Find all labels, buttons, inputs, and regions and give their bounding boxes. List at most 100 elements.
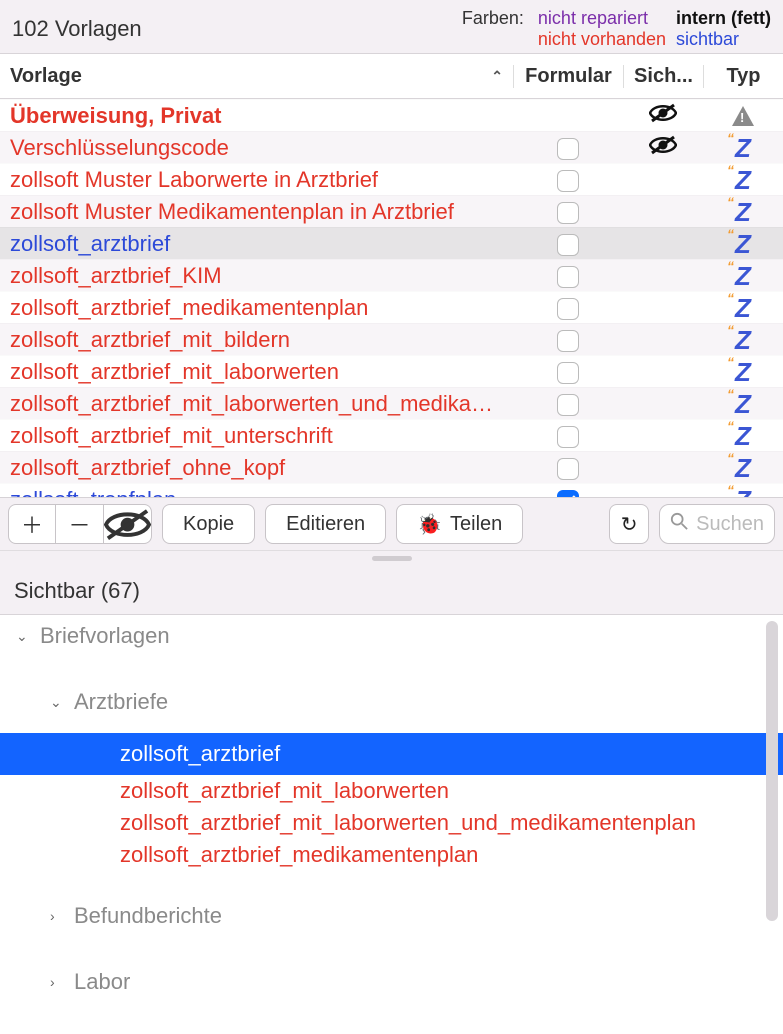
tree-group-arztbriefe[interactable]: ⌄ Arztbriefe <box>0 681 783 723</box>
row-typ-cell: Z <box>703 135 783 161</box>
chevron-right-icon: › <box>50 908 74 924</box>
row-form-cell <box>513 135 623 161</box>
tree-group-befundberichte[interactable]: › Befundberichte <box>0 895 783 937</box>
col-header-vorlage[interactable]: Vorlage ⌃ <box>0 65 513 88</box>
zollsoft-z-icon: Z <box>735 135 751 161</box>
toggle-visibility-button[interactable] <box>104 504 152 544</box>
zollsoft-z-icon: Z <box>735 391 751 417</box>
row-name: zollsoft_arztbrief_ohne_kopf <box>0 455 513 481</box>
checkbox[interactable] <box>557 394 579 416</box>
row-form-cell <box>513 231 623 257</box>
editieren-button[interactable]: Editieren <box>265 504 386 544</box>
row-name: zollsoft Muster Laborwerte in Arztbrief <box>0 167 513 193</box>
row-typ-cell: Z <box>703 423 783 449</box>
row-form-cell <box>513 199 623 225</box>
table-row[interactable]: Überweisung, Privat <box>0 99 783 131</box>
checkbox[interactable] <box>557 330 579 352</box>
zollsoft-z-icon: Z <box>735 487 751 498</box>
row-name: zollsoft_arztbrief_mit_laborwerten <box>0 359 513 385</box>
row-name: zollsoft Muster Medikamentenplan in Arzt… <box>0 199 513 225</box>
zollsoft-z-icon: Z <box>735 423 751 449</box>
row-form-cell <box>513 359 623 385</box>
legend-intern: intern (fett) <box>676 8 771 29</box>
row-typ-cell: Z <box>703 487 783 498</box>
tree-leaf-label: zollsoft_arztbrief_medikamentenplan <box>120 842 478 868</box>
row-name: zollsoft_arztbrief_mit_unterschrift <box>0 423 513 449</box>
checkbox-checked[interactable] <box>557 490 579 497</box>
tree-leaf[interactable]: zollsoft_arztbrief_mit_laborwerten_und_m… <box>0 807 783 839</box>
tree-leaf[interactable]: zollsoft_arztbrief_medikamentenplan <box>0 839 783 871</box>
table-row[interactable]: zollsoft_arztbrief_mit_bildern Z <box>0 323 783 355</box>
table-row[interactable]: zollsoft_arztbrief_mit_unterschrift Z <box>0 419 783 451</box>
teilen-button[interactable]: 🐞 Teilen <box>396 504 523 544</box>
row-name: zollsoft_arztbrief_mit_bildern <box>0 327 513 353</box>
row-typ-cell: Z <box>703 167 783 193</box>
row-form-cell <box>513 263 623 289</box>
toolbar: ＋ － Kopie Editieren 🐞 Teilen ↻ Suchen <box>0 497 783 550</box>
remove-button[interactable]: － <box>56 504 104 544</box>
row-typ-cell: Z <box>703 359 783 385</box>
sort-asc-icon: ⌃ <box>491 68 503 85</box>
row-name: Überweisung, Privat <box>0 103 513 129</box>
table-row[interactable]: zollsoft_arztbrief Z <box>0 227 783 259</box>
row-typ-cell <box>703 106 783 126</box>
zollsoft-z-icon: Z <box>735 295 751 321</box>
legend-visible: sichtbar <box>676 29 771 50</box>
tree-label: Briefvorlagen <box>40 623 170 649</box>
template-table: Überweisung, PrivatVerschlüsselungscodeZ… <box>0 99 783 497</box>
checkbox[interactable] <box>557 138 579 160</box>
zollsoft-z-icon: Z <box>735 455 751 481</box>
table-row[interactable]: zollsoft_tropfplanZ <box>0 483 783 497</box>
zollsoft-z-icon: Z <box>735 167 751 193</box>
refresh-button[interactable]: ↻ <box>609 504 649 544</box>
search-input[interactable]: Suchen <box>659 504 775 544</box>
row-form-cell <box>513 487 623 498</box>
tree-leaf-selected[interactable]: zollsoft_arztbrief <box>0 733 783 775</box>
col-header-sichtbar[interactable]: Sich... <box>623 65 703 88</box>
row-name: zollsoft_arztbrief <box>0 231 513 257</box>
checkbox[interactable] <box>557 362 579 384</box>
checkbox[interactable] <box>557 202 579 224</box>
tree-leaf[interactable]: zollsoft_arztbrief_mit_laborwerten <box>0 775 783 807</box>
checkbox[interactable] <box>557 266 579 288</box>
table-row[interactable]: zollsoft_arztbrief_mit_laborwerten Z <box>0 355 783 387</box>
teilen-label: Teilen <box>450 513 502 536</box>
table-row[interactable]: zollsoft_arztbrief_KIMZ <box>0 259 783 291</box>
row-name: zollsoft_arztbrief_medikamentenplan <box>0 295 513 321</box>
tree-group-labor[interactable]: › Labor <box>0 961 783 1003</box>
add-button[interactable]: ＋ <box>8 504 56 544</box>
table-row[interactable]: zollsoft Muster Medikamentenplan in Arzt… <box>0 195 783 227</box>
checkbox[interactable] <box>557 234 579 256</box>
checkbox[interactable] <box>557 458 579 480</box>
table-row[interactable]: zollsoft_arztbrief_mit_laborwerten_und_m… <box>0 387 783 419</box>
template-count: 102 Vorlagen <box>12 16 462 42</box>
table-row[interactable]: zollsoft_arztbrief_medikamentenplan Z <box>0 291 783 323</box>
row-typ-cell: Z <box>703 327 783 353</box>
tree-label: Arztbriefe <box>74 689 168 715</box>
row-typ-cell: Z <box>703 231 783 257</box>
row-typ-cell: Z <box>703 455 783 481</box>
table-row[interactable]: zollsoft Muster Laborwerte in Arztbrief Z <box>0 163 783 195</box>
kopie-button[interactable]: Kopie <box>162 504 255 544</box>
scrollbar[interactable] <box>766 621 778 921</box>
sichtbar-title: Sichtbar (67) <box>0 564 783 614</box>
table-row[interactable]: zollsoft_arztbrief_ohne_kopf Z <box>0 451 783 483</box>
checkbox[interactable] <box>557 170 579 192</box>
col-header-formular[interactable]: Formular <box>513 65 623 88</box>
row-sich-cell <box>623 135 703 161</box>
table-row[interactable]: VerschlüsselungscodeZ <box>0 131 783 163</box>
table-header: Vorlage ⌃ Formular Sich... Typ <box>0 53 783 99</box>
row-form-cell <box>513 295 623 321</box>
col-header-typ[interactable]: Typ <box>703 65 783 88</box>
hidden-eye-icon <box>649 135 677 155</box>
row-form-cell <box>513 167 623 193</box>
checkbox[interactable] <box>557 298 579 320</box>
chevron-down-icon: ⌄ <box>16 628 40 645</box>
split-handle[interactable] <box>0 550 783 564</box>
tree-leaf-label: zollsoft_arztbrief <box>120 741 280 767</box>
legend-not-present: nicht vorhanden <box>538 29 666 50</box>
checkbox[interactable] <box>557 426 579 448</box>
tree-group-briefvorlagen[interactable]: ⌄ Briefvorlagen <box>0 615 783 657</box>
tree-label: Labor <box>74 969 130 995</box>
zollsoft-z-icon: Z <box>735 199 751 225</box>
